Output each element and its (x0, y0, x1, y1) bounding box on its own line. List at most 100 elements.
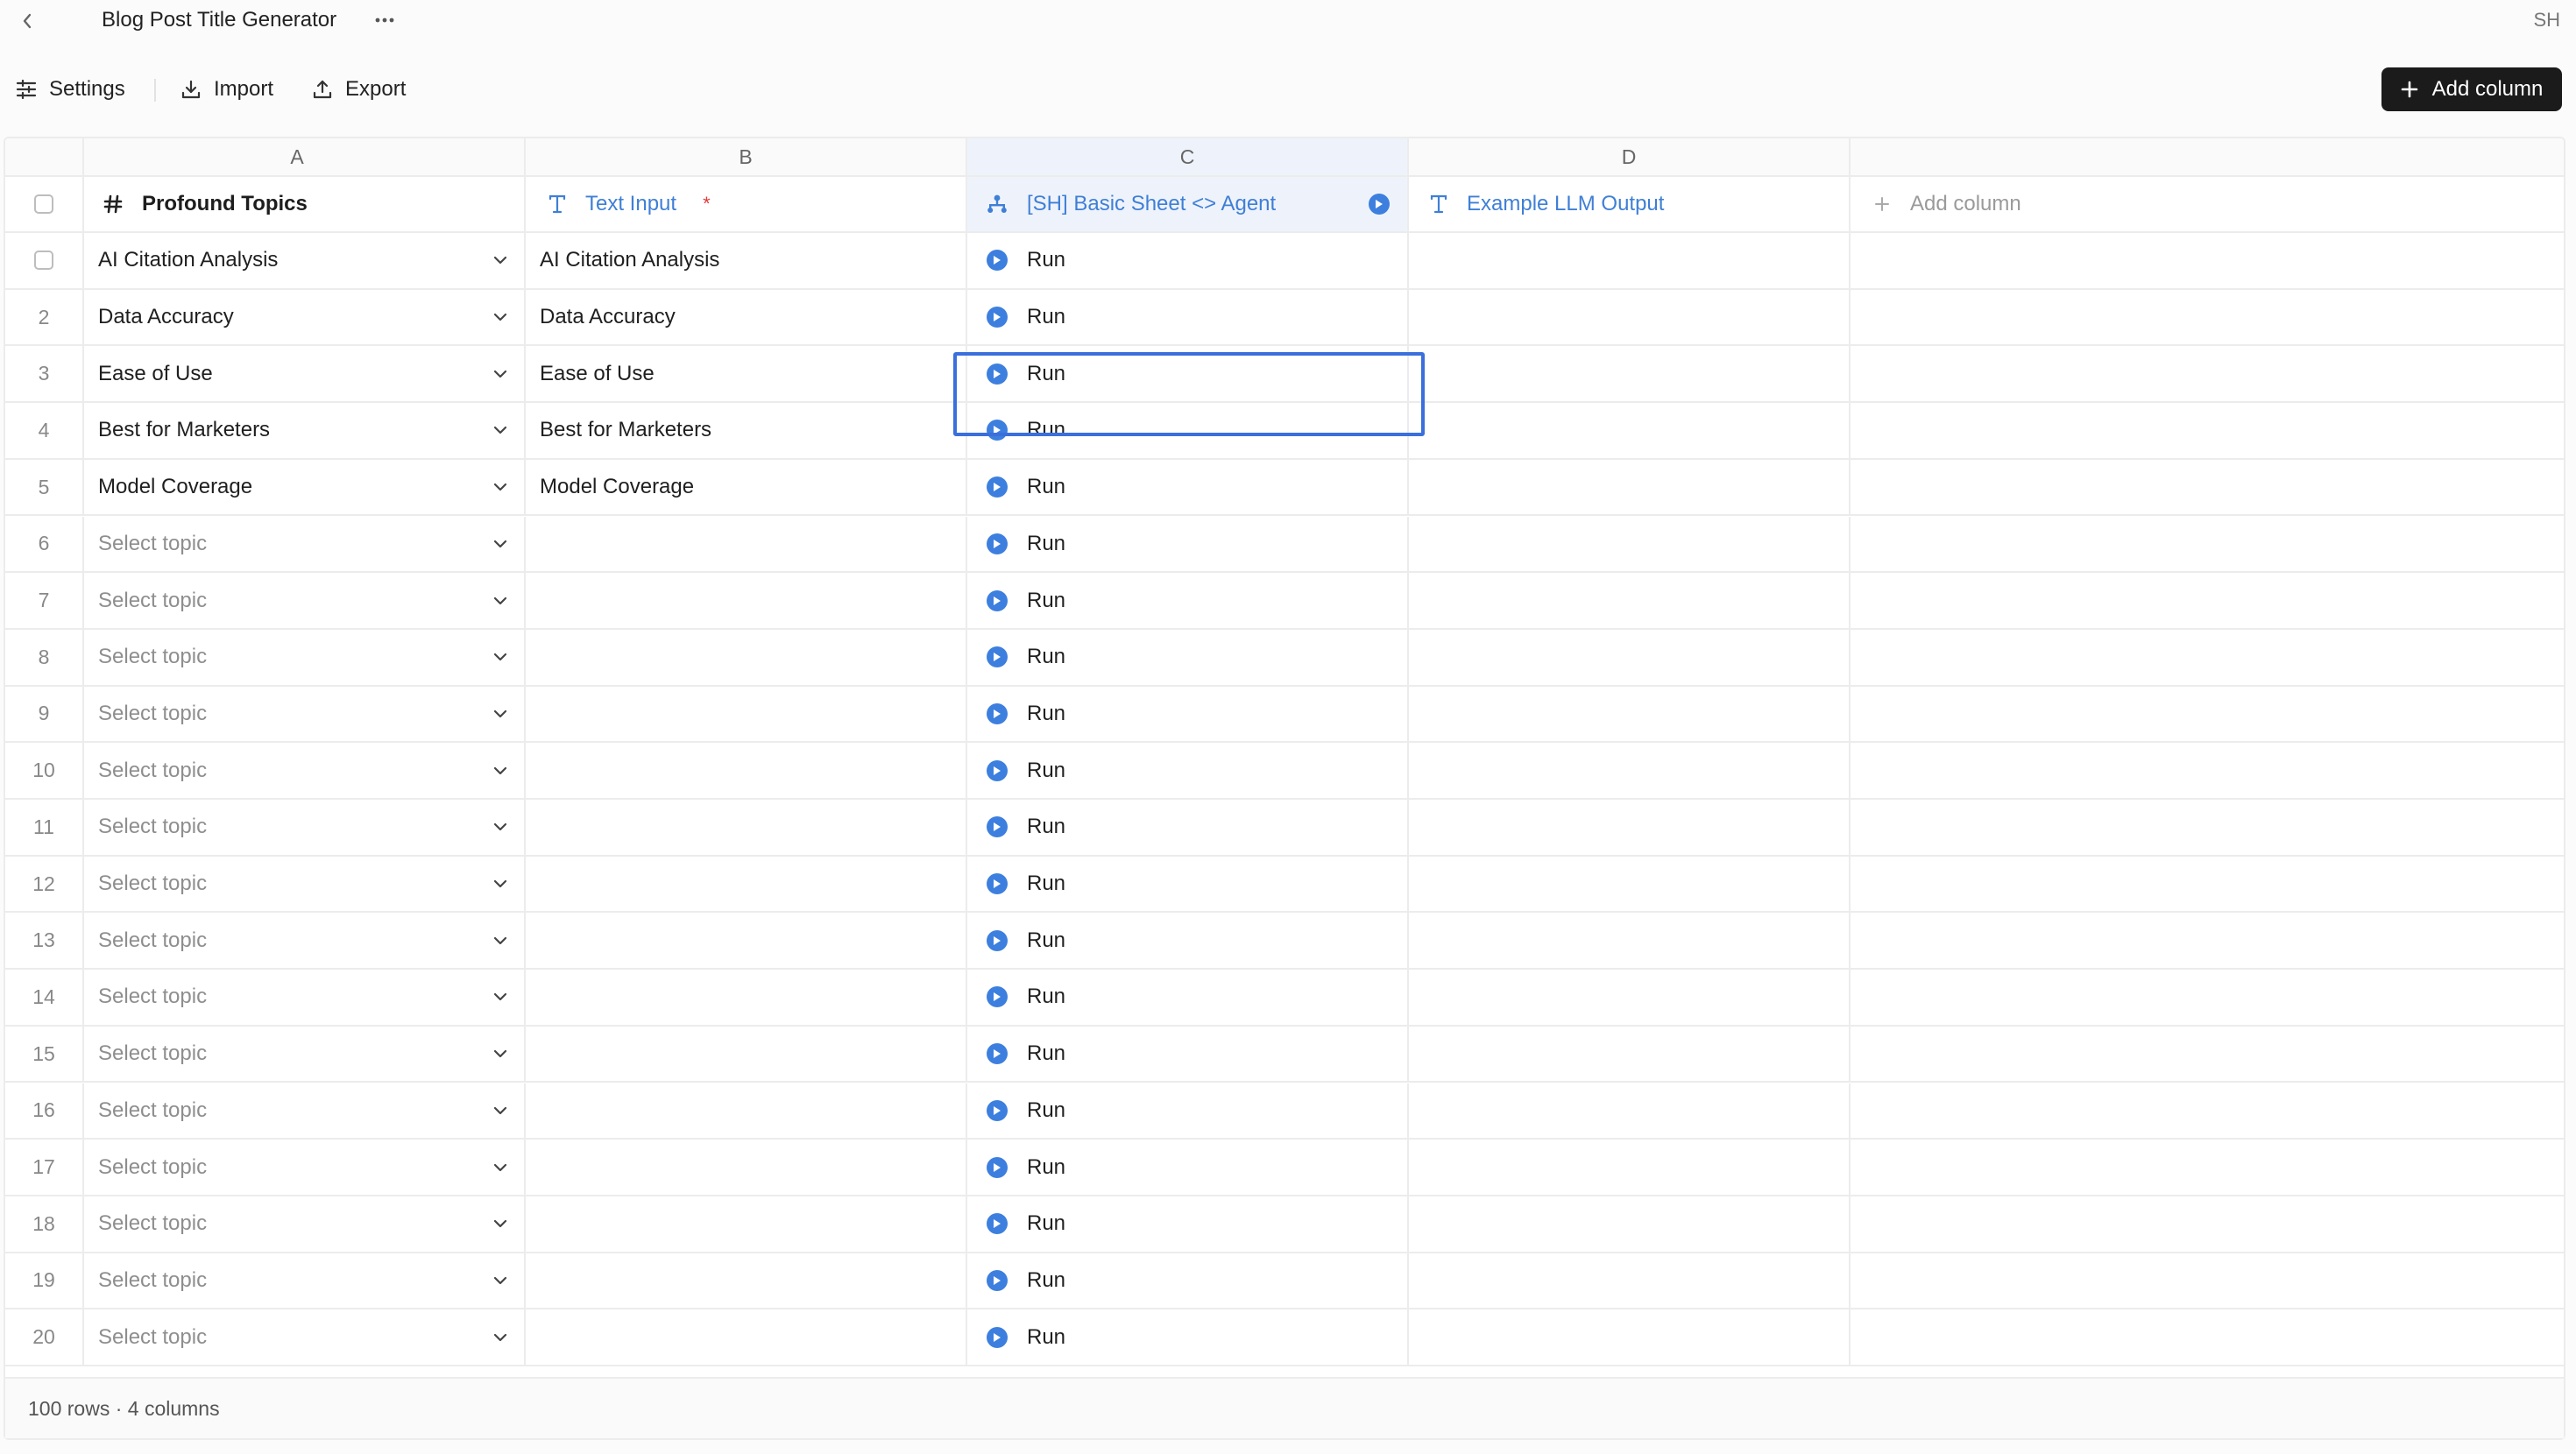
llm-output-cell[interactable] (1409, 346, 1851, 402)
chevron-down-icon[interactable] (491, 1214, 510, 1233)
text-input-cell[interactable] (526, 1309, 967, 1365)
text-input-cell[interactable] (526, 686, 967, 742)
column-letter-c[interactable]: C (967, 138, 1409, 175)
run-button[interactable]: Run (987, 645, 1065, 669)
row-index-cell[interactable]: 17 (5, 1140, 84, 1195)
text-input-cell[interactable] (526, 913, 967, 969)
llm-output-cell[interactable] (1409, 1026, 1851, 1082)
llm-output-cell[interactable] (1409, 459, 1851, 515)
column-header-profound-topics[interactable]: Profound Topics (84, 177, 526, 231)
text-input-cell[interactable]: Ease of Use (526, 346, 967, 402)
user-avatar[interactable]: SH (2533, 7, 2560, 33)
llm-output-cell[interactable] (1409, 1083, 1851, 1139)
topic-select-cell[interactable]: Select topic (84, 1026, 526, 1082)
llm-output-cell[interactable] (1409, 856, 1851, 912)
agent-run-cell[interactable]: Run (967, 970, 1409, 1025)
agent-run-cell[interactable]: Run (967, 743, 1409, 798)
run-column-button[interactable] (1369, 194, 1390, 215)
text-input-cell[interactable] (526, 573, 967, 628)
row-index-cell[interactable]: 2 (5, 289, 84, 345)
agent-run-cell[interactable]: Run (967, 459, 1409, 515)
llm-output-cell[interactable] (1409, 1140, 1851, 1195)
run-button[interactable]: Run (987, 1268, 1065, 1293)
row-index-cell[interactable] (5, 233, 84, 288)
text-input-cell[interactable]: Model Coverage (526, 459, 967, 515)
run-button[interactable]: Run (987, 1041, 1065, 1066)
row-index-cell[interactable]: 9 (5, 686, 84, 742)
llm-output-cell[interactable] (1409, 629, 1851, 685)
topic-select-cell[interactable]: Select topic (84, 970, 526, 1025)
column-letter-b[interactable]: B (526, 138, 967, 175)
chevron-down-icon[interactable] (491, 817, 510, 836)
chevron-down-icon[interactable] (491, 874, 510, 893)
text-input-cell[interactable] (526, 629, 967, 685)
run-button[interactable]: Run (987, 1155, 1065, 1180)
chevron-down-icon[interactable] (491, 1158, 510, 1177)
run-button[interactable]: Run (987, 872, 1065, 896)
row-checkbox[interactable] (34, 251, 53, 271)
row-index-cell[interactable]: 6 (5, 516, 84, 572)
llm-output-cell[interactable] (1409, 1196, 1851, 1252)
topic-select-cell[interactable]: Select topic (84, 743, 526, 798)
run-button[interactable]: Run (987, 702, 1065, 726)
agent-run-cell[interactable]: Run (967, 1083, 1409, 1139)
topic-select-cell[interactable]: Model Coverage (84, 459, 526, 515)
llm-output-cell[interactable] (1409, 800, 1851, 855)
column-header-example-llm-output[interactable]: Example LLM Output (1409, 177, 1851, 231)
agent-run-cell[interactable]: Run (967, 1140, 1409, 1195)
column-letter-d[interactable]: D (1409, 138, 1851, 175)
chevron-down-icon[interactable] (491, 591, 510, 611)
add-column-header-button[interactable]: Add column (1851, 177, 2564, 231)
row-index-cell[interactable]: 13 (5, 913, 84, 969)
row-index-cell[interactable]: 14 (5, 970, 84, 1025)
column-header-text-input[interactable]: Text Input * (526, 177, 967, 231)
chevron-down-icon[interactable] (491, 1044, 510, 1063)
text-input-cell[interactable] (526, 856, 967, 912)
agent-run-cell[interactable]: Run (967, 686, 1409, 742)
chevron-down-icon[interactable] (491, 987, 510, 1006)
topic-select-cell[interactable]: Select topic (84, 1309, 526, 1365)
agent-run-cell[interactable]: Run (967, 913, 1409, 969)
row-index-cell[interactable]: 11 (5, 800, 84, 855)
run-button[interactable]: Run (987, 815, 1065, 839)
topic-select-cell[interactable]: Select topic (84, 516, 526, 572)
agent-run-cell[interactable]: Run (967, 629, 1409, 685)
llm-output-cell[interactable] (1409, 1253, 1851, 1309)
agent-run-cell[interactable]: Run (967, 856, 1409, 912)
chevron-down-icon[interactable] (491, 1271, 510, 1290)
settings-button[interactable]: Settings (16, 72, 125, 107)
text-input-cell[interactable] (526, 800, 967, 855)
topic-select-cell[interactable]: Best for Marketers (84, 403, 526, 458)
run-button[interactable]: Run (987, 759, 1065, 783)
topic-select-cell[interactable]: Select topic (84, 856, 526, 912)
import-button[interactable]: Import (180, 72, 273, 107)
chevron-down-icon[interactable] (491, 420, 510, 440)
run-button[interactable]: Run (987, 1325, 1065, 1350)
row-index-cell[interactable]: 4 (5, 403, 84, 458)
llm-output-cell[interactable] (1409, 573, 1851, 628)
topic-select-cell[interactable]: Data Accuracy (84, 289, 526, 345)
row-index-cell[interactable]: 5 (5, 459, 84, 515)
topic-select-cell[interactable]: Select topic (84, 1196, 526, 1252)
agent-run-cell[interactable]: Run (967, 233, 1409, 288)
row-index-cell[interactable]: 19 (5, 1253, 84, 1309)
text-input-cell[interactable] (526, 1026, 967, 1082)
llm-output-cell[interactable] (1409, 403, 1851, 458)
text-input-cell[interactable]: Data Accuracy (526, 289, 967, 345)
row-index-cell[interactable]: 10 (5, 743, 84, 798)
column-letter-a[interactable]: A (84, 138, 526, 175)
export-button[interactable]: Export (312, 72, 406, 107)
text-input-cell[interactable]: Best for Marketers (526, 403, 967, 458)
agent-run-cell[interactable]: Run (967, 516, 1409, 572)
llm-output-cell[interactable] (1409, 289, 1851, 345)
llm-output-cell[interactable] (1409, 686, 1851, 742)
text-input-cell[interactable]: AI Citation Analysis (526, 233, 967, 288)
topic-select-cell[interactable]: Ease of Use (84, 346, 526, 402)
chevron-down-icon[interactable] (491, 307, 510, 327)
run-button[interactable]: Run (987, 589, 1065, 613)
run-button[interactable]: Run (987, 305, 1065, 329)
llm-output-cell[interactable] (1409, 743, 1851, 798)
run-button[interactable]: Run (987, 362, 1065, 386)
llm-output-cell[interactable] (1409, 516, 1851, 572)
column-header-agent[interactable]: [SH] Basic Sheet <> Agent (967, 177, 1409, 231)
